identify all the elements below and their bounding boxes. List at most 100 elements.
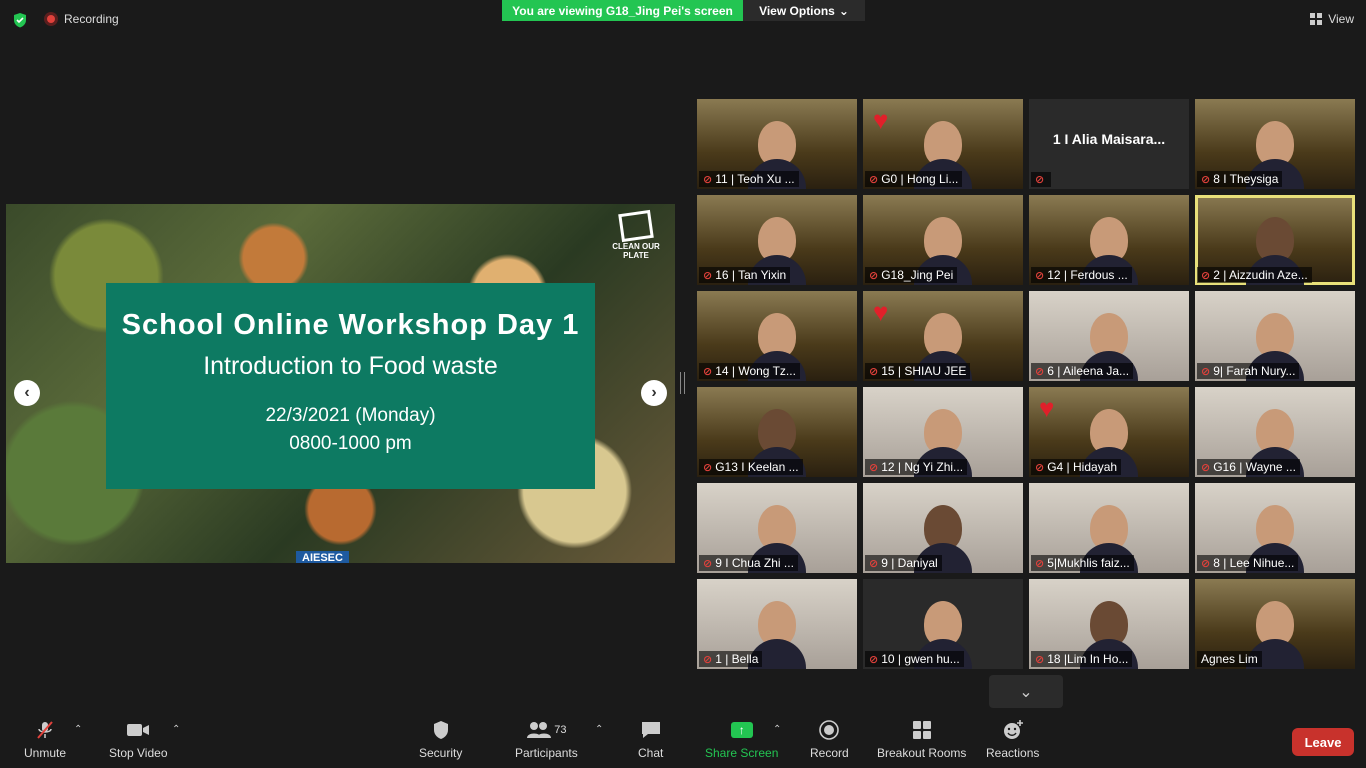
- heart-reaction-icon: ♥: [873, 105, 889, 135]
- panel-splitter[interactable]: [680, 372, 685, 394]
- participant-tile[interactable]: ⊘ 2 | Aizzudin Aze...: [1195, 195, 1355, 285]
- microphone-muted-icon: ⊘: [1035, 365, 1045, 378]
- view-button[interactable]: View: [1310, 12, 1354, 26]
- shield-icon[interactable]: [12, 12, 28, 28]
- microphone-muted-icon: ⊘: [703, 461, 713, 474]
- stop-video-label: Stop Video: [109, 746, 168, 760]
- participant-video: [914, 121, 972, 189]
- participant-label: ⊘ 11 | Teoh Xu ...: [699, 171, 799, 187]
- recording-indicator[interactable]: Recording: [44, 12, 119, 26]
- participant-video: [748, 601, 806, 669]
- participant-tile[interactable]: ⊘ 8 I Theysiga: [1195, 99, 1355, 189]
- participant-tile[interactable]: ⊘ 11 | Teoh Xu ...: [697, 99, 857, 189]
- participant-video: [914, 409, 972, 477]
- participant-video: [1246, 601, 1304, 669]
- gallery-scroll-down-button[interactable]: ⌄: [989, 675, 1063, 708]
- unmute-button[interactable]: Unmute: [24, 720, 66, 760]
- participant-video: [748, 409, 806, 477]
- participant-tile[interactable]: ♥ ⊘ 15 | SHIAU JEE: [863, 291, 1023, 381]
- chat-button[interactable]: Chat: [638, 720, 663, 760]
- participant-tile[interactable]: ⊘ 9| Farah Nury...: [1195, 291, 1355, 381]
- participant-label: ⊘ G4 | Hidayah: [1031, 459, 1122, 475]
- participants-button[interactable]: 73 Participants: [515, 720, 578, 760]
- participant-video: [1246, 121, 1304, 189]
- participant-label: ⊘ 5|Mukhlis faiz...: [1031, 555, 1134, 571]
- microphone-muted-icon: ⊘: [1201, 461, 1211, 474]
- participant-tile[interactable]: ⊘ 10 | gwen hu...: [863, 579, 1023, 669]
- participant-tile[interactable]: ⊘ G13 I Keelan ...: [697, 387, 857, 477]
- participant-video: [1080, 505, 1138, 573]
- participant-label: ⊘ 9| Farah Nury...: [1197, 363, 1300, 379]
- slide-title-card: School Online Workshop Day 1 Introductio…: [106, 283, 595, 489]
- reactions-button[interactable]: Reactions: [986, 720, 1039, 760]
- participant-tile[interactable]: 1 I Alia Maisara... ⊘: [1029, 99, 1189, 189]
- audio-options-caret-icon[interactable]: ⌃: [74, 724, 82, 735]
- participant-tile[interactable]: ♥ ⊘ G4 | Hidayah: [1029, 387, 1189, 477]
- stop-video-button[interactable]: Stop Video: [109, 720, 168, 760]
- security-button[interactable]: Security: [419, 720, 462, 760]
- participant-label: ⊘: [1031, 172, 1052, 187]
- participant-tile[interactable]: ⊘ 9 | Daniyal: [863, 483, 1023, 573]
- record-dot-icon: [44, 12, 58, 26]
- participant-label: ⊘ G13 I Keelan ...: [699, 459, 803, 475]
- prev-arrow-icon[interactable]: ‹: [14, 380, 40, 406]
- leave-button[interactable]: Leave: [1292, 728, 1354, 756]
- participant-name: 5|Mukhlis faiz...: [1047, 556, 1130, 570]
- participant-tile[interactable]: Agnes Lim: [1195, 579, 1355, 669]
- participant-tile[interactable]: ⊘ G18_Jing Pei: [863, 195, 1023, 285]
- participant-video: [748, 121, 806, 189]
- participants-options-caret-icon[interactable]: ⌃: [595, 724, 603, 735]
- participant-video: [1080, 601, 1138, 669]
- participant-tile[interactable]: ⊘ 6 | Aileena Ja...: [1029, 291, 1189, 381]
- slide-subtitle: Introduction to Food waste: [203, 352, 498, 380]
- participant-label: ⊘ 18 |Lim In Ho...: [1031, 651, 1133, 667]
- share-options-caret-icon[interactable]: ⌃: [773, 724, 781, 735]
- participant-name: 9 | Daniyal: [881, 556, 938, 570]
- participant-name: 11 | Teoh Xu ...: [715, 172, 795, 186]
- participant-label: ⊘ 9 I Chua Zhi ...: [699, 555, 798, 571]
- next-arrow-icon[interactable]: ›: [641, 380, 667, 406]
- clean-our-plate-logo: CLEAN OUR PLATE: [611, 209, 661, 268]
- record-button[interactable]: Record: [810, 720, 849, 760]
- aiesec-footer: AIESEC: [296, 551, 349, 563]
- participant-tile[interactable]: ⊘ G16 | Wayne ...: [1195, 387, 1355, 477]
- participant-video: [1080, 217, 1138, 285]
- microphone-muted-icon: ⊘: [869, 653, 879, 666]
- participant-name: 9| Farah Nury...: [1213, 364, 1296, 378]
- breakout-rooms-button[interactable]: Breakout Rooms: [877, 720, 966, 760]
- participant-label: ⊘ 8 | Lee Nihue...: [1197, 555, 1299, 571]
- grid-icon: [1310, 13, 1323, 25]
- participant-tile[interactable]: ⊘ 16 | Tan Yixin: [697, 195, 857, 285]
- participant-tile[interactable]: ♥ ⊘ G0 | Hong Li...: [863, 99, 1023, 189]
- participant-name: Agnes Lim: [1201, 652, 1258, 666]
- participants-icon: [527, 722, 552, 738]
- participant-tile[interactable]: ⊘ 18 |Lim In Ho...: [1029, 579, 1189, 669]
- microphone-muted-icon: ⊘: [869, 461, 879, 474]
- view-label: View: [1328, 12, 1354, 26]
- participant-name: 8 | Lee Nihue...: [1213, 556, 1295, 570]
- participant-tile[interactable]: ⊘ 1 | Bella: [697, 579, 857, 669]
- participant-tile[interactable]: ⊘ 8 | Lee Nihue...: [1195, 483, 1355, 573]
- reactions-label: Reactions: [986, 746, 1040, 760]
- microphone-muted-icon: ⊘: [703, 269, 713, 282]
- participant-tile[interactable]: ⊘ 14 | Wong Tz...: [697, 291, 857, 381]
- video-options-caret-icon[interactable]: ⌃: [172, 724, 180, 735]
- participant-tile[interactable]: ⊘ 9 I Chua Zhi ...: [697, 483, 857, 573]
- microphone-muted-icon: ⊘: [703, 365, 713, 378]
- breakout-rooms-label: Breakout Rooms: [877, 746, 967, 760]
- participant-tile[interactable]: ⊘ 12 | Ferdous ...: [1029, 195, 1189, 285]
- slide-time: 0800-1000 pm: [289, 433, 412, 454]
- microphone-muted-icon: ⊘: [703, 653, 713, 666]
- microphone-muted-icon: ⊘: [1201, 173, 1211, 186]
- microphone-muted-icon: ⊘: [1035, 653, 1045, 666]
- participant-name-display: 1 I Alia Maisara...: [1052, 131, 1166, 147]
- slide-date: 22/3/2021 (Monday): [265, 405, 436, 426]
- participant-name: 15 | SHIAU JEE: [881, 364, 967, 378]
- share-screen-button[interactable]: ↑ Share Screen: [705, 720, 778, 760]
- participant-name: 1 | Bella: [715, 652, 759, 666]
- microphone-muted-icon: ⊘: [869, 557, 879, 570]
- participant-tile[interactable]: ⊘ 5|Mukhlis faiz...: [1029, 483, 1189, 573]
- view-options-button[interactable]: View Options ⌄: [743, 0, 865, 21]
- shared-screen[interactable]: School Online Workshop Day 1 Introductio…: [6, 204, 675, 563]
- participant-tile[interactable]: ⊘ 12 | Ng Yi Zhi...: [863, 387, 1023, 477]
